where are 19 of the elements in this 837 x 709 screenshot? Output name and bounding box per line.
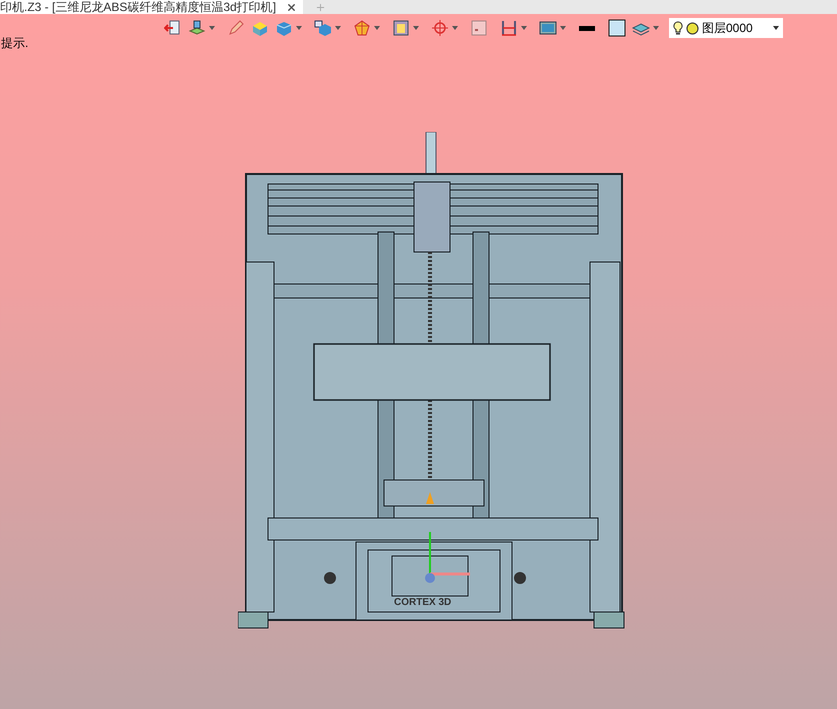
layer-name: 图层0000 (702, 20, 753, 37)
circle-icon (686, 22, 699, 34)
square-icon[interactable] (608, 19, 626, 37)
layers-icon[interactable] (188, 19, 206, 37)
model-label: CORTEX 3D (394, 598, 452, 608)
frame-icon[interactable] (392, 19, 410, 37)
target-icon[interactable] (431, 19, 449, 37)
exit-icon[interactable] (164, 19, 182, 37)
dimension-icon[interactable] (500, 19, 518, 37)
pencil-icon[interactable] (227, 19, 245, 37)
box-icon[interactable] (251, 19, 269, 37)
lightbulb-icon (673, 21, 683, 35)
caret-icon[interactable] (773, 26, 779, 30)
close-icon[interactable] (286, 2, 298, 12)
polygon-icon[interactable] (353, 19, 371, 37)
cube-icon[interactable] (314, 19, 332, 37)
layer-select[interactable]: 图层0000 (669, 18, 783, 38)
hint-text: 提示. (1, 36, 28, 50)
monitor-icon[interactable] (539, 19, 557, 37)
